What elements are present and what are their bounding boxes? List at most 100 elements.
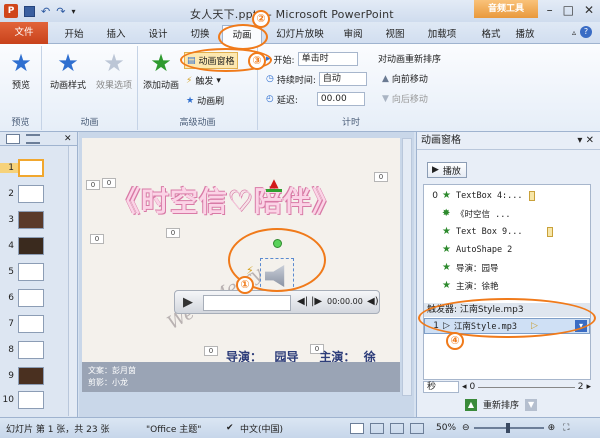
play-button[interactable]: ▶ 播放 [427,162,467,178]
outline-tab-icon[interactable] [26,133,40,144]
context-tab-audio-tools: 音频工具 [474,0,538,18]
seconds-select[interactable]: 秒 [423,381,459,393]
effect-options-star-icon: ★ [103,49,125,77]
preview-label: 预览 [11,81,30,91]
animation-painter-button[interactable]: ★ 动画刷 [186,94,224,108]
animation-item[interactable]: ★ Text Box 9... [424,223,584,240]
tab-view[interactable]: 视图 [378,25,412,44]
preview-button[interactable]: ★ 预览 [6,50,36,91]
minimize-icon[interactable]: – [547,3,553,17]
start-select[interactable]: 单击时 [297,52,358,66]
duration-input[interactable]: 自动 [318,72,367,86]
title-bar: P ↶ ↷ ▾ 女人天下.pptx - Microsoft PowerPoint… [0,0,600,22]
trigger-button[interactable]: ⚡ 触发 ▾ [186,74,221,88]
next-icon[interactable]: |▶ [311,296,322,307]
slide-info: 幻灯片 第 1 张，共 23 张 [6,424,110,435]
animation-list: 0 ★ TextBox 4:... ✸ 《时空信 ... ★ Text Box 9...… [423,184,591,380]
anchor-pin-icon: ▲ [266,176,282,192]
tab-playback[interactable]: 播放 [510,25,540,44]
zoom-in-icon[interactable]: ⊕ [548,423,556,433]
scale-left-icon[interactable]: ◂ [462,382,467,392]
save-icon[interactable] [24,5,35,17]
slide-thumbnail [18,237,44,255]
slide-title[interactable]: 《时空信♡陪伴》 [112,180,400,220]
delay-label: 延迟: [276,95,298,106]
play-icon[interactable]: ▶ [183,295,193,310]
tab-home[interactable]: 开始 [56,25,92,44]
effect-star-icon: ★ [442,225,451,237]
slide-thumb[interactable]: 6 [0,288,68,308]
animation-marker[interactable]: 0 [204,346,218,356]
slide-scrollbar[interactable] [402,138,412,396]
slide-thumb[interactable]: 10 [0,390,68,410]
add-animation-button[interactable]: ★ 添加动画 [140,50,182,91]
slideshow-view-icon[interactable] [410,422,424,434]
help-icon[interactable]: ? [580,26,592,38]
reorder-title: 对动画重新排序 [378,55,442,65]
redo-icon[interactable]: ↷ [56,5,65,18]
animation-item[interactable]: ★ AutoShape 2 [424,241,584,258]
arrow-down-icon: ▼ [382,93,389,104]
collapse-ribbon-icon[interactable]: ▵ [572,28,576,37]
customize-qat-icon[interactable]: ▾ [71,7,75,16]
undo-icon[interactable]: ↶ [41,5,50,18]
animation-item[interactable]: 0 ★ TextBox 4:... [424,187,584,204]
scale-track [478,386,575,388]
zoom-slider[interactable] [473,423,544,433]
previous-icon[interactable]: ◀| [297,296,308,307]
progress-track[interactable] [203,295,291,311]
slide-thumb[interactable]: 9 [0,366,68,386]
slide-thumb[interactable]: 8 [0,340,68,360]
close-icon[interactable]: ✕ [584,3,594,17]
audio-time: 00:00.00 [327,297,363,306]
slide-thumb[interactable]: 1 [0,158,68,178]
scale-end: 2 [577,382,584,392]
tab-insert[interactable]: 插入 [98,25,134,44]
animation-item[interactable]: ★ 主演：徐艳 [424,277,584,294]
animation-marker[interactable]: 0 [90,234,104,244]
animation-marker[interactable]: 0 [166,228,180,238]
animation-item[interactable]: ★ 导演：园导 [424,259,584,276]
tab-file[interactable]: 文件 [0,22,48,44]
fit-slide-icon[interactable]: ⛶ [563,423,569,433]
delay-input[interactable]: 00.00 [316,92,365,106]
move-down-icon[interactable]: ▼ [525,398,538,411]
move-later-button[interactable]: ▼ 向后移动 [382,92,428,106]
tab-transitions[interactable]: 切换 [182,25,218,44]
ribbon-tabs: 文件 开始 插入 设计 切换 动画 幻灯片放映 审阅 视图 加载项 格式 播放 … [0,22,600,45]
reading-view-icon[interactable] [390,422,404,434]
zoom-level[interactable]: 50% [436,423,456,433]
tab-format[interactable]: 格式 [476,25,506,44]
zoom-out-icon[interactable]: ⊖ [462,423,470,433]
scale-right-icon[interactable]: ▸ [586,382,591,392]
close-pane-icon[interactable]: ✕ [64,134,72,144]
powerpoint-icon[interactable]: P [4,4,18,18]
effect-options-button[interactable]: ★ 效果选项 [92,50,136,91]
slide-sorter-icon[interactable] [370,422,384,434]
spellcheck-icon[interactable]: ✔ [226,423,240,433]
normal-view-icon[interactable] [350,422,364,434]
tab-addins[interactable]: 加载项 [420,25,464,44]
tab-slideshow[interactable]: 幻灯片放映 [272,25,328,44]
slide-thumb[interactable]: 3 [0,210,68,230]
volume-icon[interactable]: ◀) [367,296,379,307]
close-pane-icon[interactable]: ✕ [586,135,594,146]
tab-design[interactable]: 设计 [140,25,176,44]
slide-thumb[interactable]: 7 [0,314,68,334]
slide-thumb[interactable]: 4 [0,236,68,256]
notes-pane[interactable]: 文案：彭月茵 剪影：小龙 [82,362,400,392]
move-up-icon[interactable]: ▲ [465,398,477,411]
animation-item[interactable]: ✸ 《时空信 ... [424,205,584,222]
animation-marker[interactable]: 0 [86,180,100,190]
pane-options-icon[interactable]: ▾ [577,135,582,146]
tab-review[interactable]: 审阅 [336,25,370,44]
zoom-thumb[interactable] [505,423,510,433]
slide-thumb[interactable]: 2 [0,184,68,204]
slide-number: 6 [8,293,14,303]
move-earlier-button[interactable]: ▲ 向前移动 [382,72,428,86]
thumbnail-scrollbar[interactable] [68,146,77,416]
animation-styles-button[interactable]: ★ 动画样式 [46,50,90,91]
slides-tab-icon[interactable] [6,133,20,144]
slide-thumb[interactable]: 5 [0,262,68,282]
maximize-icon[interactable]: □ [563,3,574,17]
